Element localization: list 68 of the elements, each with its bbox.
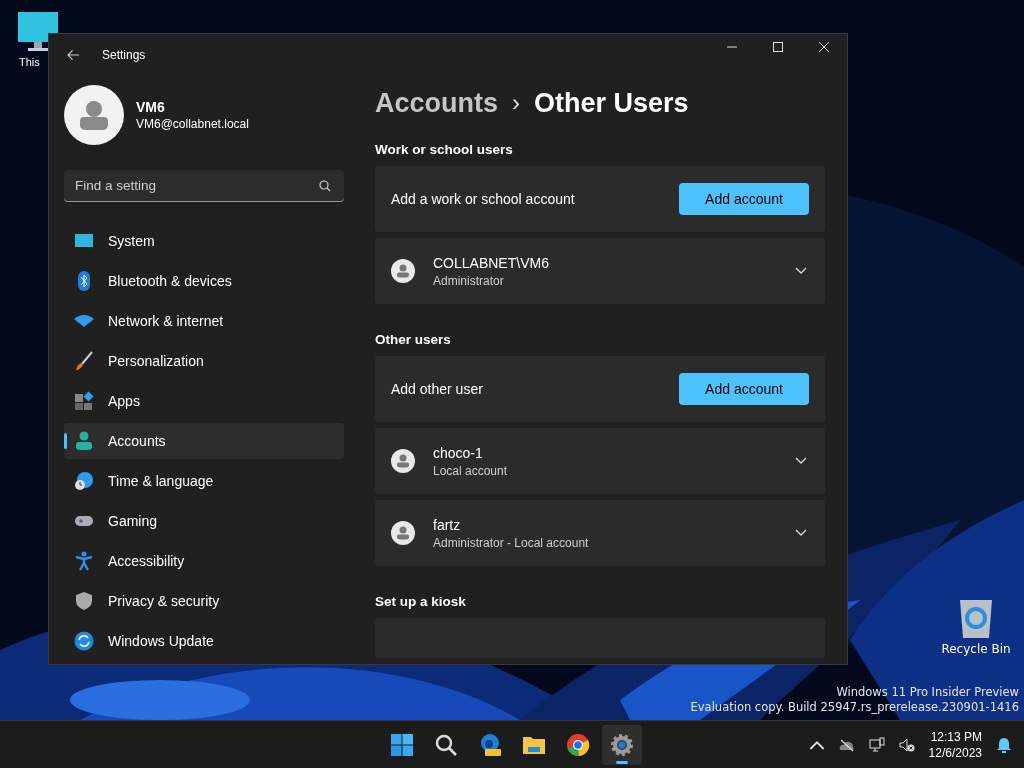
nav-item[interactable]: Gaming [64,503,344,539]
window-title: Settings [102,48,146,62]
apps-icon [74,391,94,411]
watermark-text: Windows 11 Pro Insider Preview [836,685,1019,700]
card-label: Add a work or school account [391,191,575,207]
monitor-icon[interactable] [16,10,60,54]
user-name: COLLABNET\VM6 [433,254,549,271]
bell-icon[interactable] [996,736,1012,753]
search-icon [434,732,458,757]
globe-clock-icon [74,471,94,491]
search-field[interactable]: Find a setting [64,170,344,202]
avatar-icon [64,85,124,145]
windows-logo-icon [390,732,414,757]
nav-item[interactable]: Apps [64,383,344,419]
clock-time[interactable]: 12:13 PM [930,728,982,745]
nav-item[interactable]: Windows Update [64,623,344,659]
user-card[interactable]: choco-1 Local account [375,428,825,494]
nav-item[interactable]: Network & internet [64,303,344,339]
add-account-button[interactable]: Add account [679,183,809,215]
add-account-button[interactable]: Add account [679,373,809,405]
chevron-icon[interactable] [795,529,807,537]
section-heading: Set up a kiosk [375,594,467,609]
breadcrumb-separator: › [512,89,521,117]
clock-date[interactable]: 12/6/2023 [928,744,982,761]
person-icon [74,431,94,451]
chrome-icon [566,732,590,757]
profile-name: VM6 [136,99,166,115]
chevron-icon[interactable] [795,457,807,465]
user-avatar-icon [391,259,415,283]
brush-icon [74,351,94,371]
update-icon [74,631,94,651]
taskbar-button[interactable] [602,724,642,765]
chevron-icon[interactable] [795,267,807,275]
breadcrumb-parent[interactable]: Accounts [375,87,499,119]
profile-email: VM6@collabnet.local [136,117,249,131]
maximize-icon[interactable] [773,42,783,52]
nav-item[interactable]: Bluetooth & devices [64,263,344,299]
close-icon[interactable] [819,42,829,52]
user-name: fartz [433,516,462,533]
nav-item[interactable]: System [64,223,344,259]
shield-icon [74,591,94,611]
user-avatar-icon [391,521,415,545]
desktop-icon-label[interactable]: Recycle Bin [941,642,1011,656]
back-icon[interactable] [67,49,80,61]
volume-muted-icon[interactable] [898,736,915,753]
card-label: Add other user [391,381,483,397]
nav-item[interactable]: Privacy & security [64,583,344,619]
network-icon[interactable] [868,736,885,753]
section-heading: Work or school users [375,142,514,157]
desktop-icon-label[interactable]: This [19,56,40,68]
user-card[interactable]: fartz Administrator - Local account [375,500,825,566]
accessibility-icon [74,551,94,571]
section-heading: Other users [375,332,452,347]
nav-item[interactable]: Accounts [64,423,344,459]
user-avatar-icon [391,449,415,473]
watermark-text: Evaluation copy. Build 25947.rs_prerelease.230901-1416 [690,700,1019,715]
user-card[interactable]: COLLABNET\VM6 Administrator [375,238,825,304]
nav-item[interactable]: Personalization [64,343,344,379]
user-role: Administrator [433,273,505,288]
nav-item[interactable]: Accessibility [64,543,344,579]
nav-item[interactable]: Time & language [64,463,344,499]
user-role: Administrator - Local account [433,535,589,550]
user-name: choco-1 [433,444,484,461]
page-title: Other Users [534,87,689,119]
search-icon[interactable] [319,180,331,192]
gear-icon [610,732,634,757]
user-role: Local account [433,463,508,478]
browser-icon [478,732,502,757]
